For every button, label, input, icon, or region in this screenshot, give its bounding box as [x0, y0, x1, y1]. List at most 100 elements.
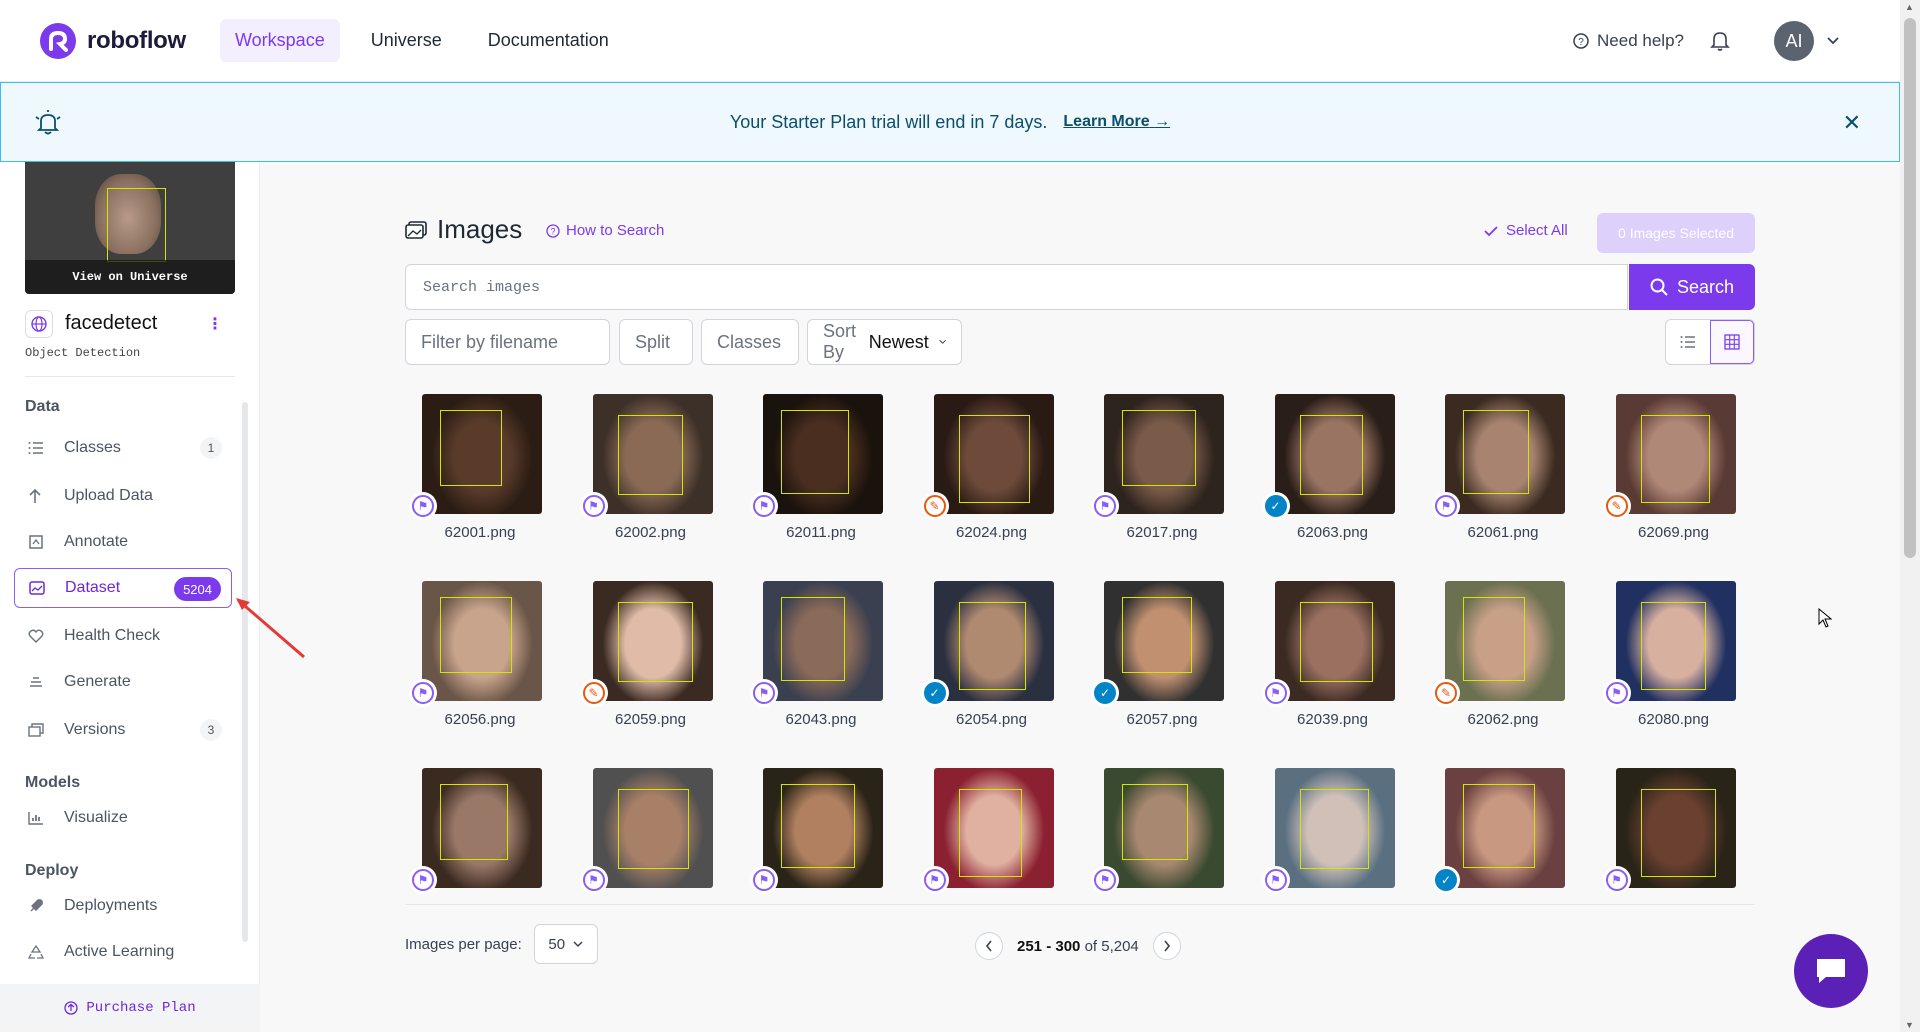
user-avatar[interactable]: AI: [1774, 21, 1814, 61]
image-thumbnail[interactable]: [592, 394, 713, 514]
nav-workspace[interactable]: Workspace: [220, 19, 340, 62]
image-thumbnail[interactable]: [422, 581, 542, 701]
image-tile[interactable]: ⚑: [746, 768, 896, 904]
image-tile[interactable]: ⚑ 62056.png: [405, 581, 555, 741]
images-icon: [29, 581, 49, 595]
image-filename: 62054.png: [956, 711, 1027, 728]
image-thumbnail[interactable]: [1615, 768, 1736, 888]
annotation-job-icon: ⚑: [1261, 679, 1290, 707]
purchase-plan-label: Purchase Plan: [86, 1000, 196, 1016]
sidebar-item-upload-data[interactable]: Upload Data: [14, 476, 232, 516]
image-tile[interactable]: ✓ 62057.png: [1087, 581, 1237, 741]
image-thumbnail[interactable]: [763, 394, 883, 514]
filename-filter-input[interactable]: Filter by filename: [405, 319, 610, 365]
grid-divider: [405, 904, 1755, 905]
image-tile[interactable]: ⚑ 62017.png: [1087, 394, 1237, 554]
page-scrollbar[interactable]: ▲ ▼: [1900, 0, 1920, 1032]
image-tile[interactable]: ✓: [1428, 768, 1578, 904]
image-tile[interactable]: ✓ 62054.png: [917, 581, 1067, 741]
image-thumbnail[interactable]: [1274, 768, 1395, 888]
image-thumbnail[interactable]: [763, 581, 883, 701]
image-tile[interactable]: ⚑ 62061.png: [1428, 394, 1578, 554]
select-all-button[interactable]: Select All: [1484, 222, 1568, 239]
image-tile[interactable]: ⚑: [1087, 768, 1237, 904]
image-thumbnail[interactable]: [1445, 581, 1565, 701]
image-thumbnail[interactable]: [1274, 581, 1395, 701]
sidebar-item-active-learning[interactable]: Active Learning: [14, 932, 232, 972]
images-selected-button[interactable]: 0 Images Selected: [1597, 213, 1755, 253]
image-tile[interactable]: ⚑ 62002.png: [576, 394, 726, 554]
sidebar-item-classes[interactable]: Classes 1: [14, 428, 232, 468]
image-tile[interactable]: ⚑: [405, 768, 555, 904]
image-thumbnail[interactable]: [592, 768, 713, 888]
scroll-down-arrow[interactable]: ▼: [1905, 1020, 1914, 1030]
list-view-icon[interactable]: [1666, 320, 1710, 364]
image-tile[interactable]: ⚑: [576, 768, 726, 904]
image-tile[interactable]: ⚑ 62001.png: [405, 394, 555, 554]
sidebar-item-annotate[interactable]: Annotate: [14, 522, 232, 562]
search-input[interactable]: Search images: [405, 264, 1628, 310]
image-thumbnail[interactable]: [1104, 768, 1224, 888]
image-thumbnail[interactable]: [1445, 768, 1565, 888]
sidebar-item-dataset[interactable]: Dataset 5204: [14, 568, 232, 608]
account-chevron-down-icon[interactable]: [1826, 36, 1840, 46]
scrollbar-thumb[interactable]: [1904, 18, 1916, 558]
image-thumbnail[interactable]: [422, 768, 542, 888]
chat-launcher-button[interactable]: [1794, 934, 1868, 1008]
image-tile[interactable]: ⚑ 62011.png: [746, 394, 896, 554]
need-help-link[interactable]: ? Need help?: [1573, 31, 1684, 51]
next-page-button[interactable]: [1152, 932, 1181, 960]
annotate-icon: [28, 534, 48, 550]
image-thumbnail[interactable]: [763, 768, 883, 888]
image-tile[interactable]: ⚑: [1258, 768, 1408, 904]
image-tile[interactable]: ⚑ 62043.png: [746, 581, 896, 741]
view-on-universe-button[interactable]: View on Universe: [25, 260, 235, 294]
sidebar-item-generate[interactable]: Generate: [14, 662, 232, 702]
nav-documentation[interactable]: Documentation: [473, 19, 624, 62]
how-to-search-link[interactable]: ? How to Search: [546, 222, 664, 239]
image-tile[interactable]: ⚑ 62039.png: [1258, 581, 1408, 741]
sidebar-item-versions[interactable]: Versions 3: [14, 710, 232, 750]
learn-more-link[interactable]: Learn More →: [1063, 113, 1170, 131]
classes-dropdown[interactable]: Classes: [701, 319, 799, 365]
image-tile[interactable]: ✎ 62024.png: [917, 394, 1067, 554]
image-thumbnail[interactable]: [933, 581, 1054, 701]
image-tile[interactable]: ✎ 62062.png: [1428, 581, 1578, 741]
image-thumbnail[interactable]: [422, 394, 542, 514]
image-thumbnail[interactable]: [1445, 394, 1565, 514]
image-thumbnail[interactable]: [1274, 394, 1395, 514]
image-tile[interactable]: ✓ 62063.png: [1258, 394, 1408, 554]
per-page-select[interactable]: 50: [533, 924, 598, 964]
image-tile[interactable]: ⚑: [917, 768, 1067, 904]
image-thumbnail[interactable]: [1615, 394, 1736, 514]
purchase-plan-button[interactable]: Purchase Plan: [0, 984, 260, 1032]
project-preview-image[interactable]: View on Universe: [25, 162, 235, 294]
image-thumbnail[interactable]: [1615, 581, 1736, 701]
close-banner-icon[interactable]: ✕: [1843, 110, 1861, 136]
image-thumbnail[interactable]: [933, 768, 1054, 888]
scroll-up-arrow[interactable]: ▲: [1905, 2, 1914, 12]
split-dropdown[interactable]: Split: [619, 319, 693, 365]
sidebar-item-visualize[interactable]: Visualize: [14, 798, 232, 838]
bounding-box: [1463, 597, 1525, 681]
grid-view-icon[interactable]: [1709, 320, 1754, 364]
sort-by-dropdown[interactable]: Sort By Newest: [807, 319, 962, 365]
image-thumbnail[interactable]: [933, 394, 1054, 514]
image-thumbnail[interactable]: [1104, 581, 1224, 701]
image-tile[interactable]: ✎ 62069.png: [1599, 394, 1749, 554]
image-thumbnail[interactable]: [1104, 394, 1224, 514]
prev-page-button[interactable]: [975, 932, 1003, 960]
notifications-bell-icon[interactable]: [1710, 30, 1730, 52]
image-tile[interactable]: ✎ 62059.png: [576, 581, 726, 741]
sidebar-item-health-check[interactable]: Health Check: [14, 616, 232, 656]
sidebar-scrollbar[interactable]: [242, 402, 248, 942]
image-thumbnail[interactable]: [592, 581, 713, 701]
image-tile[interactable]: ⚑ 62080.png: [1599, 581, 1749, 741]
check-icon: [1484, 225, 1498, 236]
image-tile[interactable]: ⚑: [1599, 768, 1749, 904]
sidebar-item-deployments[interactable]: Deployments: [14, 886, 232, 926]
nav-universe[interactable]: Universe: [356, 19, 457, 62]
roboflow-logo[interactable]: roboflow: [38, 21, 220, 61]
project-menu-kebab-icon[interactable]: ⋮: [207, 314, 223, 334]
search-button[interactable]: Search: [1629, 264, 1755, 310]
